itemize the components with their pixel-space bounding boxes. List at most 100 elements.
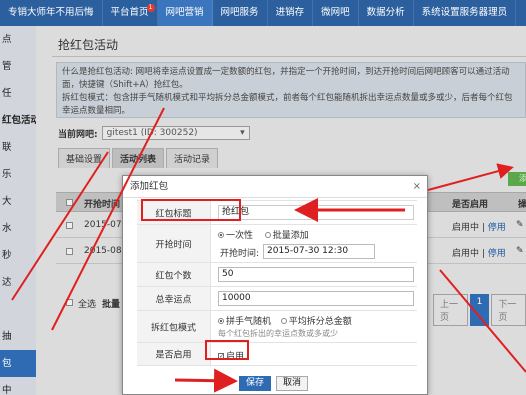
cell-status: 启用中 | 停用 bbox=[452, 249, 506, 259]
disable-link[interactable]: 停用 bbox=[488, 249, 506, 259]
nav-label: 网吧营销 bbox=[165, 7, 204, 18]
nav-label: 系统设置服务器理员 bbox=[421, 7, 508, 18]
radio-once[interactable] bbox=[218, 231, 224, 238]
radio-average[interactable] bbox=[280, 317, 287, 324]
sidebar: 点 管 任 红包活动 联 乐 大 水 秒 达 抽 包 中 bbox=[0, 26, 36, 395]
sidebar-item[interactable]: 大 bbox=[0, 188, 36, 215]
nav-label: 数据分析 bbox=[366, 7, 405, 18]
field-value: 抢红包 bbox=[213, 201, 417, 224]
cancel-button[interactable]: 取消 bbox=[276, 376, 308, 391]
sidebar-item[interactable]: 点 bbox=[0, 26, 36, 53]
field-label: 拆红包模式 bbox=[137, 311, 211, 342]
cell-start-time: 2015-07- bbox=[84, 220, 125, 230]
nav-label: 平台首页 bbox=[110, 7, 149, 18]
highlight-box-title bbox=[141, 199, 241, 221]
title-input[interactable]: 抢红包 bbox=[218, 205, 414, 220]
nav-item-micro[interactable]: 微网吧 bbox=[313, 0, 359, 26]
tabs: 基础设置 活动列表 活动记录 bbox=[58, 148, 220, 168]
info-line: 面，快捷键（Shift+A）抢红包。 bbox=[62, 80, 188, 90]
tab-basic-settings[interactable]: 基础设置 bbox=[58, 148, 111, 168]
sidebar-item[interactable]: 水 bbox=[0, 215, 36, 242]
select-all-checkbox-footer[interactable] bbox=[66, 299, 73, 306]
field-value: 一次性 批量添加 开抢时间: 2015-07-30 12:30 bbox=[213, 225, 417, 262]
radio-once-label: 一次性 bbox=[226, 231, 254, 241]
field-value: 拼手气随机 平均拆分总金额 每个红包拆出的幸运点数或多或少 bbox=[213, 311, 417, 342]
info-line: 拆红包模式：包含拼手气随机模式和平均拆分总金额模式，前者每个红包能随机拆出幸运点… bbox=[62, 93, 513, 103]
dialog-title: 添加红包 bbox=[130, 181, 169, 192]
status-text: 启用中 bbox=[452, 223, 480, 233]
nav-item-inventory[interactable]: 进销存 bbox=[268, 0, 314, 26]
save-button[interactable]: 保存 bbox=[239, 376, 271, 391]
page-1-button[interactable]: 1 bbox=[469, 294, 490, 326]
top-nav: 专销大师年不用后悔 平台首页 1 网吧营销 网吧服务 进销存 微网吧 数据分析 系… bbox=[0, 0, 526, 26]
sidebar-item[interactable]: 联 bbox=[0, 134, 36, 161]
radio-random[interactable] bbox=[218, 317, 224, 324]
nav-label: 专销大师年不用后悔 bbox=[8, 7, 94, 18]
disable-link[interactable]: 停用 bbox=[488, 223, 506, 233]
nav-label: 进销存 bbox=[275, 7, 305, 18]
sidebar-item[interactable]: 抽 bbox=[0, 323, 36, 350]
radio-batch-label: 批量添加 bbox=[272, 231, 309, 241]
start-time-input[interactable]: 2015-07-30 12:30 bbox=[263, 244, 375, 259]
field-label: 是否启用 bbox=[137, 343, 211, 365]
form-row-mode: 拆红包模式 拼手气随机 平均拆分总金额 每个红包拆出的幸运点数或多或少 bbox=[137, 310, 417, 342]
sidebar-item-red-envelope-activity[interactable]: 红包活动 bbox=[0, 107, 36, 134]
select-all-checkbox[interactable] bbox=[66, 199, 73, 206]
split-mode-group: 拼手气随机 平均拆分总金额 bbox=[218, 314, 352, 327]
form-row-start-time: 开抢时间 一次性 批量添加 开抢时间: 2015-07-30 12:30 bbox=[137, 224, 417, 262]
total-points-input[interactable]: 10000 bbox=[218, 291, 414, 306]
sidebar-item[interactable]: 任 bbox=[0, 80, 36, 107]
info-line: 什么是抢红包活动: 网吧将幸运点设置成一定数额的红包，并指定一个开抢时间，到达开… bbox=[62, 67, 510, 77]
select-all-label: 全选 bbox=[78, 300, 97, 310]
prev-page-button[interactable]: 上一页 bbox=[433, 294, 468, 326]
time-mode-group: 一次性 批量添加 bbox=[218, 228, 309, 241]
page-title: 抢红包活动 bbox=[58, 38, 119, 52]
nav-label: 微网吧 bbox=[321, 7, 350, 18]
sidebar-item[interactable]: 管 bbox=[0, 53, 36, 80]
edit-icon[interactable]: ✎ bbox=[516, 246, 524, 256]
tab-activity-records[interactable]: 活动记录 bbox=[166, 148, 219, 168]
netbar-select[interactable]: gitest1 (ID: 300252) ▾ bbox=[101, 126, 250, 140]
cell-status: 启用中 | 停用 bbox=[452, 223, 506, 233]
nav-item-service[interactable]: 网吧服务 bbox=[213, 0, 268, 26]
nav-item-settings[interactable]: 系统设置服务器理员 bbox=[414, 0, 517, 26]
close-icon[interactable]: × bbox=[413, 176, 421, 198]
notification-badge: 1 bbox=[146, 4, 155, 12]
radio-random-label: 拼手气随机 bbox=[226, 317, 272, 327]
nav-item-analytics[interactable]: 数据分析 bbox=[359, 0, 414, 26]
next-page-button[interactable]: 下一页 bbox=[491, 294, 526, 326]
current-netbar-label: 当前网吧: bbox=[58, 129, 98, 140]
field-value: 10000 bbox=[213, 287, 417, 310]
row-checkbox[interactable] bbox=[66, 248, 73, 255]
nav-item-marketing[interactable]: 网吧营销 bbox=[157, 0, 213, 26]
chevron-down-icon: ▾ bbox=[240, 128, 245, 138]
info-box: 什么是抢红包活动: 网吧将幸运点设置成一定数额的红包，并指定一个开抢时间，到达开… bbox=[56, 62, 526, 118]
row-checkbox[interactable] bbox=[66, 222, 73, 229]
count-input[interactable]: 50 bbox=[218, 267, 414, 282]
sidebar-item[interactable]: 中 bbox=[0, 377, 36, 395]
status-text: 启用中 bbox=[452, 249, 480, 259]
sidebar-item[interactable]: 乐 bbox=[0, 161, 36, 188]
sidebar-item[interactable] bbox=[0, 296, 36, 323]
nav-label: 网吧服务 bbox=[220, 7, 259, 18]
divider bbox=[52, 56, 526, 57]
field-label: 红包个数 bbox=[137, 263, 211, 286]
batch-label[interactable]: 批量 bbox=[102, 297, 120, 310]
field-label: 开抢时间 bbox=[137, 225, 211, 262]
dialog-header: 添加红包 × bbox=[123, 176, 427, 198]
radio-batch[interactable] bbox=[264, 231, 271, 238]
split-mode-hint: 每个红包拆出的幸运点数或多或少 bbox=[218, 329, 338, 338]
edit-icon[interactable]: ✎ bbox=[516, 220, 524, 230]
header-enabled: 是否启用 bbox=[452, 200, 489, 210]
nav-item-home[interactable]: 平台首页 1 bbox=[103, 0, 158, 26]
netbar-select-value: gitest1 (ID: 300252) bbox=[106, 128, 198, 138]
tab-activity-list[interactable]: 活动列表 bbox=[112, 148, 165, 168]
info-line: 幸运点数量相同。 bbox=[62, 106, 131, 116]
sidebar-item[interactable]: 达 bbox=[0, 269, 36, 296]
header-start-time: 开抢时间 bbox=[84, 200, 121, 210]
nav-item-brand[interactable]: 专销大师年不用后悔 bbox=[0, 0, 103, 26]
current-netbar-row: 当前网吧: gitest1 (ID: 300252) ▾ bbox=[58, 126, 250, 140]
sidebar-item-grab-red-envelope[interactable]: 包 bbox=[0, 350, 36, 377]
add-button[interactable]: 添 bbox=[508, 172, 526, 186]
sidebar-item[interactable]: 秒 bbox=[0, 242, 36, 269]
